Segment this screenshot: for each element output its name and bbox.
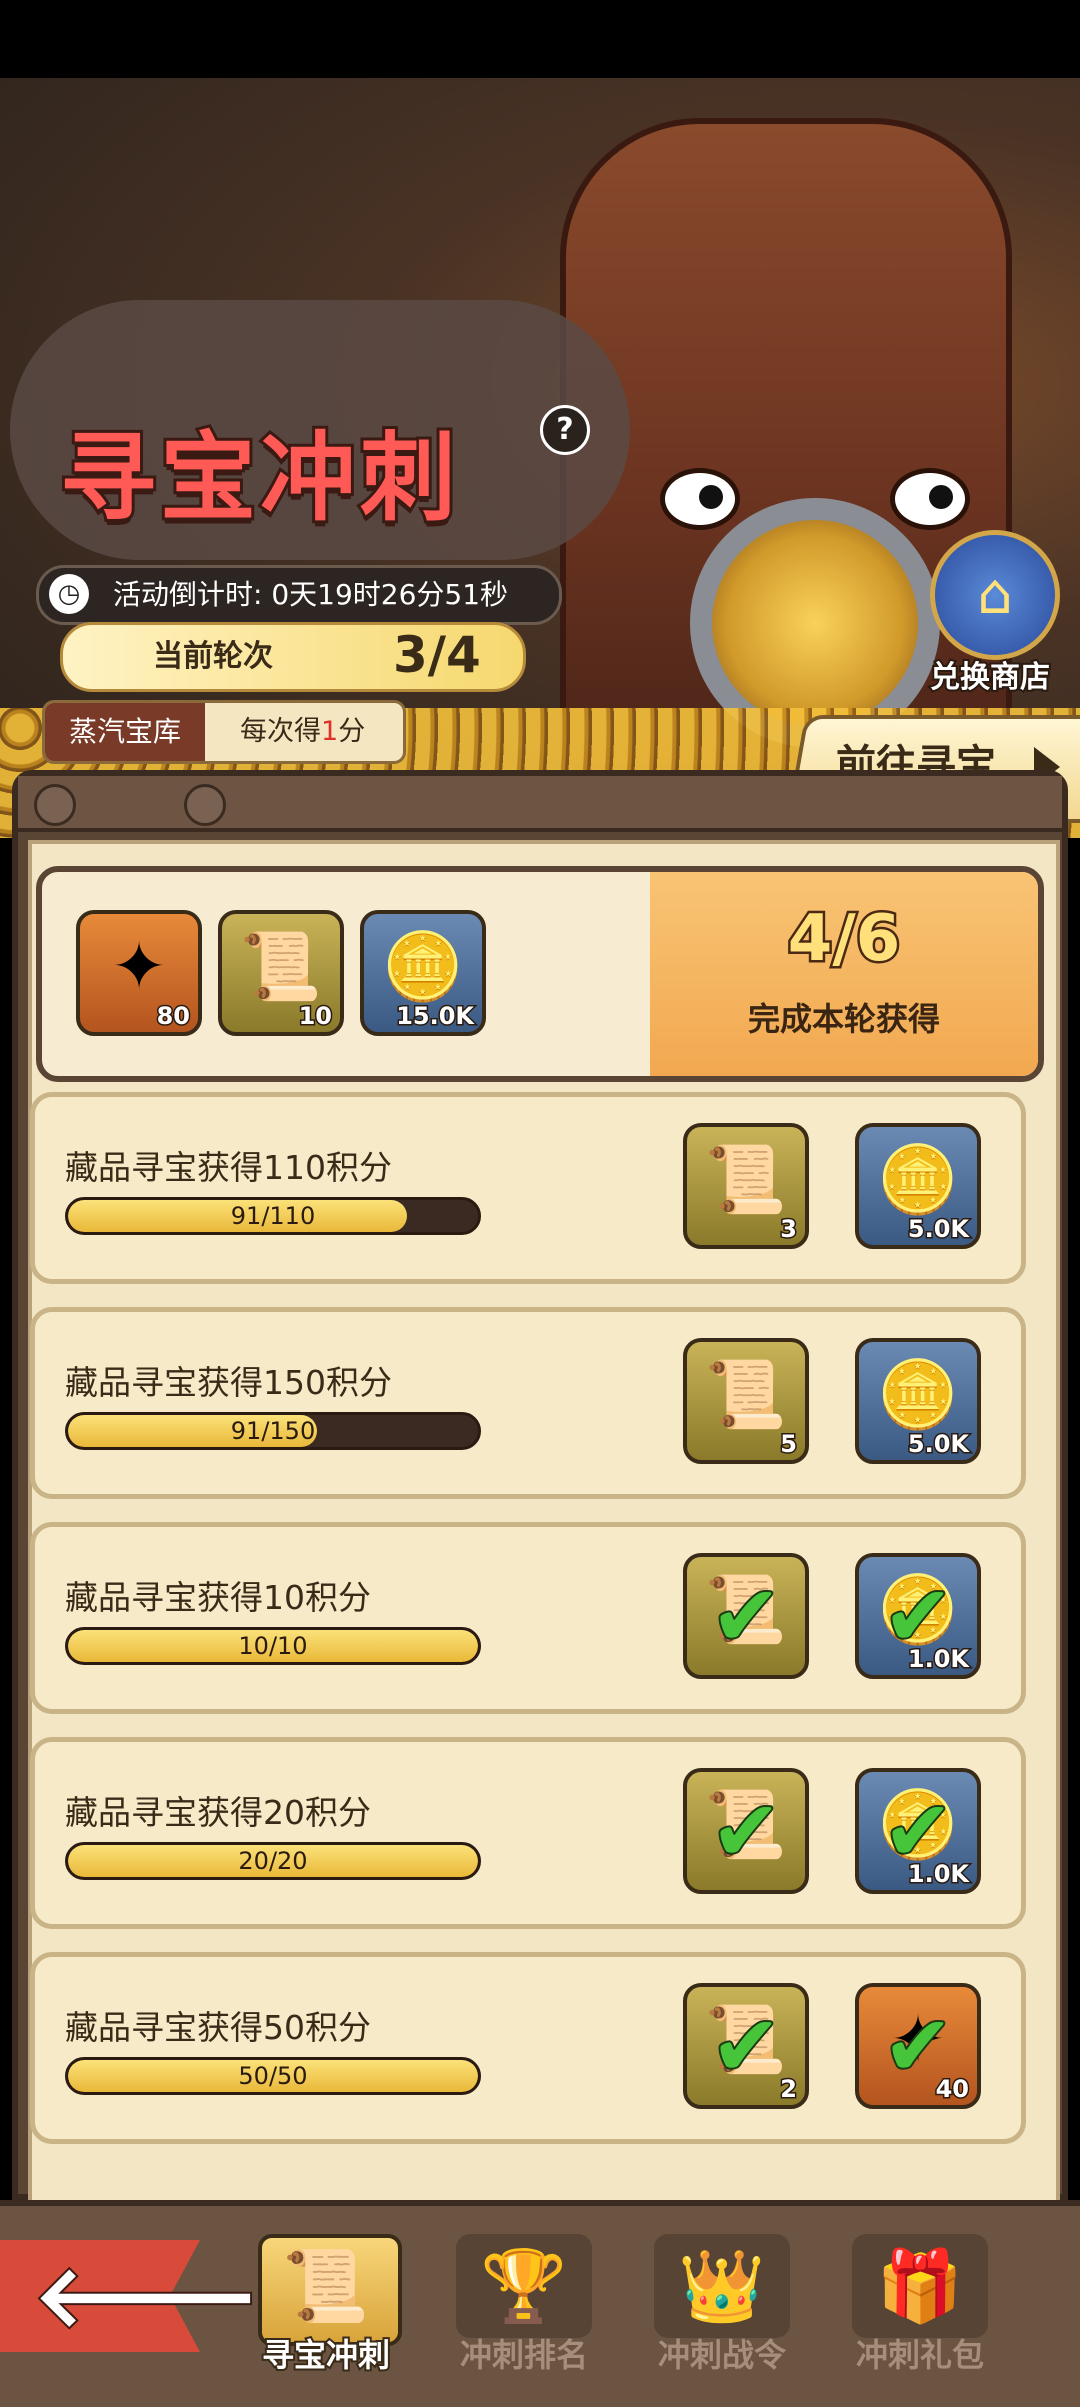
gold-coin-icon: 🪙 — [381, 928, 465, 1005]
reward-item[interactable]: 🪙 5.0K — [855, 1123, 981, 1249]
vault-rate: 每次得1分 — [240, 716, 366, 747]
task-progress-text: 10/10 — [238, 1632, 308, 1660]
task-progress-bar: 10/10 — [65, 1627, 481, 1665]
reward-quantity: 5.0K — [906, 1214, 970, 1245]
screw-icon — [184, 784, 226, 826]
event-title: 寻宝冲刺 — [57, 419, 460, 537]
tower-eye-icon — [890, 468, 970, 530]
exchange-shop-button[interactable]: ⌂ 兑换商店 — [920, 530, 1060, 700]
reward-item[interactable]: 📜 10 — [218, 910, 344, 1036]
tab-gift-chest[interactable]: 🎁 冲刺礼包 — [830, 2230, 1010, 2380]
reward-item[interactable]: 🪙 ✔ 1.0K — [855, 1553, 981, 1679]
reward-item[interactable]: 🪙 15.0K — [360, 910, 486, 1036]
help-icon[interactable]: ? — [540, 405, 590, 455]
task-progress-text: 91/110 — [230, 1202, 316, 1230]
reward-quantity: 10 — [297, 1001, 333, 1032]
reward-quantity: 2 — [779, 2074, 799, 2105]
task-progress-bar: 91/150 — [65, 1412, 481, 1450]
claimed-check-icon: ✔ — [709, 1997, 783, 2095]
current-round: 当前轮次 3/4 — [60, 622, 526, 692]
reward-item[interactable]: 📜 ✔ 2 — [683, 1983, 809, 2109]
countdown-badge: ◷ 活动倒计时: 0天19时26分51秒 — [36, 565, 562, 625]
task-card: 藏品寻宝获得10积分 10/10 📜 ✔ 🪙 ✔ 1.0K — [30, 1522, 1026, 1714]
reward-item[interactable]: 📜 5 — [683, 1338, 809, 1464]
claimed-check-icon: ✔ — [709, 1782, 783, 1880]
reward-quantity: 1.0K — [906, 1644, 970, 1675]
task-progress-bar: 91/110 — [65, 1197, 481, 1235]
tab-crown[interactable]: 👑 冲刺战令 — [632, 2230, 812, 2380]
task-progress-text: 50/50 — [238, 2062, 308, 2090]
clock-icon: ◷ — [49, 574, 89, 614]
shop-label: 兑换商店 — [928, 658, 1052, 697]
gold-coin-icon: 🪙 — [876, 1356, 960, 1433]
task-progress-text: 91/150 — [230, 1417, 316, 1445]
reward-item[interactable]: 📜 3 — [683, 1123, 809, 1249]
scroll-icon: 📜 — [704, 1356, 788, 1433]
scroll-icon: 📜 — [239, 928, 323, 1005]
reward-quantity: 15.0K — [395, 1001, 476, 1032]
task-card: 藏品寻宝获得150积分 91/150 📜 5 🪙 5.0K — [30, 1307, 1026, 1499]
task-card: 藏品寻宝获得20积分 20/20 📜 ✔ 🪙 ✔ 1.0K — [30, 1737, 1026, 1929]
tab-label: 冲刺战令 — [657, 2336, 786, 2374]
task-card: 藏品寻宝获得50积分 50/50 📜 ✔ 2 ✦ ✔ 40 — [30, 1952, 1026, 2144]
status-bar — [0, 0, 1080, 78]
reward-quantity: 5.0K — [906, 1429, 970, 1460]
gold-coin-icon: 🪙 — [876, 1141, 960, 1218]
tower-eye-icon — [660, 468, 740, 530]
round-progress-caption: 完成本轮获得 — [747, 1000, 940, 1038]
round-value: 3/4 — [393, 626, 481, 684]
reward-item[interactable]: ✦ ✔ 40 — [855, 1983, 981, 2109]
tab-label: 寻宝冲刺 — [260, 2334, 392, 2376]
reward-quantity: 1.0K — [906, 1859, 970, 1890]
shop-icon: ⌂ — [930, 530, 1060, 660]
screw-icon — [34, 784, 76, 826]
reward-quantity: 80 — [155, 1001, 191, 1032]
crown-icon: 👑 — [678, 2245, 766, 2327]
reward-item[interactable]: 🪙 ✔ 1.0K — [855, 1768, 981, 1894]
reward-item[interactable]: 🪙 5.0K — [855, 1338, 981, 1464]
countdown-label: 活动倒计时: — [113, 578, 263, 611]
task-title: 藏品寻宝获得150积分 — [65, 1363, 392, 1402]
task-progress-bar: 20/20 — [65, 1842, 481, 1880]
task-progress-bar: 50/50 — [65, 2057, 481, 2095]
reward-quantity: 3 — [779, 1214, 799, 1245]
task-card: 藏品寻宝获得110积分 91/110 📜 3 🪙 5.0K — [30, 1092, 1026, 1284]
round-progress-count: 4/6 — [785, 900, 902, 979]
tab-label: 冲刺排名 — [459, 2336, 588, 2374]
scroll-icon: 📜 — [704, 1141, 788, 1218]
reward-quantity: 40 — [934, 2074, 970, 2105]
gift-chest-icon: 🎁 — [876, 2245, 964, 2327]
reward-item[interactable]: ✦ 80 — [76, 910, 202, 1036]
reward-item[interactable]: 📜 ✔ — [683, 1553, 809, 1679]
tab-scroll[interactable]: 📜 寻宝冲刺 — [236, 2230, 416, 2380]
claimed-check-icon: ✔ — [709, 1567, 783, 1665]
task-title: 藏品寻宝获得20积分 — [65, 1793, 371, 1832]
reward-item[interactable]: 📜 ✔ — [683, 1768, 809, 1894]
back-arrow-icon[interactable]: 🡐 — [32, 2248, 261, 2344]
task-title: 藏品寻宝获得110积分 — [65, 1148, 392, 1187]
tab-label: 冲刺礼包 — [855, 2336, 984, 2374]
star-shard-icon: ✦ — [111, 928, 167, 1005]
reward-quantity: 5 — [779, 1429, 799, 1460]
panel-rail — [18, 776, 1062, 832]
round-summary-card: ✦ 80 📜 10 🪙 15.0K 4/6 完成本轮获得 — [36, 866, 1044, 1082]
scroll-icon: 📜 — [282, 2245, 370, 2327]
vault-name: 蒸汽宝库 — [45, 703, 205, 761]
task-progress-text: 20/20 — [238, 1847, 308, 1875]
round-label: 当前轮次 — [153, 639, 273, 674]
countdown-value: 0天19时26分51秒 — [271, 578, 509, 611]
task-title: 藏品寻宝获得10积分 — [65, 1578, 371, 1617]
task-title: 藏品寻宝获得50积分 — [65, 2008, 371, 2047]
tab-trophy[interactable]: 🏆 冲刺排名 — [434, 2230, 614, 2380]
vault-info: 蒸汽宝库 每次得1分 — [42, 700, 406, 764]
trophy-icon: 🏆 — [480, 2245, 568, 2327]
